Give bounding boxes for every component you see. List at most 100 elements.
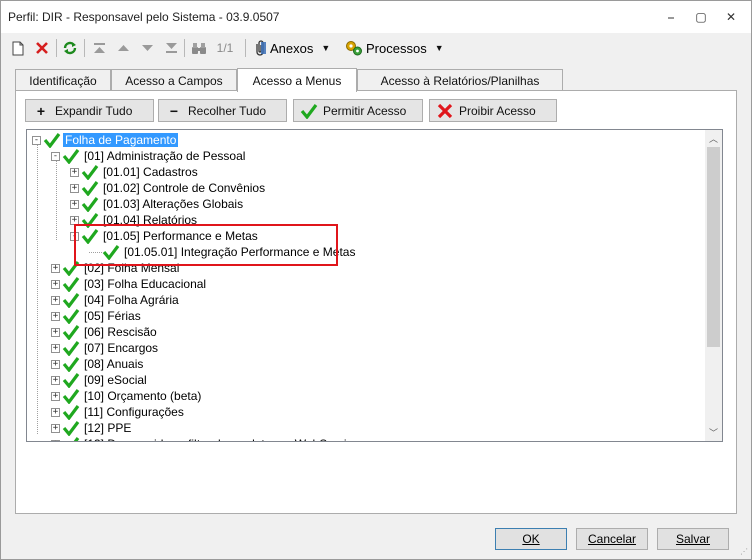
green-check-icon[interactable] <box>62 404 80 420</box>
scroll-up-icon[interactable]: ︿ <box>705 130 722 147</box>
scrollbar-thumb[interactable] <box>707 147 720 347</box>
toolbar: 1/1 Anexos ▼ Processos ▼ <box>1 33 751 63</box>
tree-item-label: [06] Rescisão <box>84 325 157 339</box>
tree-item[interactable]: + [01.03] Alterações Globais <box>70 196 245 212</box>
previous-record-icon <box>117 45 129 51</box>
tree-connector <box>56 160 57 240</box>
tree-item-label: [05] Férias <box>84 309 141 323</box>
tree-item-label: [01.03] Alterações Globais <box>103 197 244 211</box>
tab-acesso-menus[interactable]: Acesso a Menus <box>237 68 357 92</box>
tree-item[interactable]: + [08] Anuais <box>51 356 145 372</box>
expand-node-icon[interactable]: + <box>51 279 60 289</box>
cancel-button[interactable]: Cancelar <box>576 528 648 550</box>
allow-access-button[interactable]: Permitir Acesso <box>293 99 423 122</box>
gears-icon <box>346 41 362 56</box>
last-record-button[interactable] <box>162 37 180 59</box>
tree-item[interactable]: + [12] PPE <box>51 420 133 436</box>
search-button[interactable] <box>189 37 209 59</box>
tree-item-label: [09] eSocial <box>84 373 147 387</box>
tree-root-item[interactable]: - Folha de Pagamento <box>32 132 179 148</box>
green-check-icon[interactable] <box>81 180 99 196</box>
expand-node-icon[interactable]: + <box>51 295 60 305</box>
refresh-button[interactable] <box>60 37 80 59</box>
vertical-scrollbar[interactable]: ︿ ﹀ <box>705 130 722 441</box>
new-document-button[interactable] <box>9 37 27 59</box>
delete-button[interactable] <box>32 37 52 59</box>
tab-acesso-campos[interactable]: Acesso a Campos <box>111 69 237 91</box>
green-check-icon[interactable] <box>62 420 80 436</box>
green-check-icon[interactable] <box>81 164 99 180</box>
deny-access-button[interactable]: Proibir Acesso <box>429 99 557 122</box>
expand-node-icon[interactable]: + <box>51 423 60 433</box>
toolbar-separator <box>84 39 85 57</box>
green-check-icon[interactable] <box>62 340 80 356</box>
first-record-button[interactable] <box>90 37 108 59</box>
expand-node-icon[interactable]: + <box>51 327 60 337</box>
next-record-button[interactable] <box>138 37 156 59</box>
save-button[interactable]: Salvar <box>657 528 729 550</box>
tree-item[interactable]: + [03] Folha Educacional <box>51 276 208 292</box>
close-window-button[interactable]: ✕ <box>718 7 744 27</box>
toolbar-separator <box>56 39 57 57</box>
tree-item[interactable]: + [01.01] Cadastros <box>70 164 200 180</box>
expand-node-icon[interactable]: + <box>51 407 60 417</box>
tree-item[interactable]: + [09] eSocial <box>51 372 149 388</box>
resize-grip[interactable]: ⋰ <box>740 547 748 556</box>
tree-item[interactable]: + [11] Configurações <box>51 404 186 420</box>
green-check-icon[interactable] <box>62 148 80 164</box>
expand-node-icon[interactable]: + <box>51 359 60 369</box>
tree-item-label: [10] Orçamento (beta) <box>84 389 202 403</box>
tree-item[interactable]: + [04] Folha Agrária <box>51 292 181 308</box>
tree-item[interactable]: + [05] Férias <box>51 308 143 324</box>
expand-node-icon[interactable]: + <box>70 183 79 193</box>
collapse-node-icon[interactable]: - <box>51 151 60 161</box>
ok-button[interactable]: OK <box>495 528 567 550</box>
expand-node-icon[interactable]: + <box>51 391 60 401</box>
green-check-icon[interactable] <box>62 356 80 372</box>
green-check-icon[interactable] <box>62 388 80 404</box>
tree-item-label: [01.01] Cadastros <box>103 165 198 179</box>
expand-node-icon[interactable]: + <box>70 167 79 177</box>
tree-item[interactable]: + [10] Orçamento (beta) <box>51 388 203 404</box>
expand-node-icon[interactable]: + <box>51 375 60 385</box>
minimize-button[interactable]: ⎯ <box>658 7 684 27</box>
expand-all-button[interactable]: + Expandir Tudo <box>25 99 154 122</box>
expand-node-icon[interactable]: + <box>51 343 60 353</box>
restore-button[interactable]: ▢ <box>688 7 714 27</box>
next-record-icon <box>141 45 153 51</box>
expand-node-icon[interactable]: + <box>51 263 60 273</box>
green-check-icon[interactable] <box>43 132 61 148</box>
green-check-icon[interactable] <box>81 196 99 212</box>
green-check-icon[interactable] <box>62 436 80 442</box>
collapse-node-icon[interactable]: - <box>32 135 41 145</box>
green-check-icon[interactable] <box>62 308 80 324</box>
green-check-icon[interactable] <box>62 276 80 292</box>
tree-item[interactable]: - [01] Administração de Pessoal <box>51 148 247 164</box>
tab-strip: Identificação Acesso a Campos Acesso a M… <box>15 68 575 92</box>
toolbar-separator <box>184 39 185 57</box>
tree-item[interactable]: + [01.02] Controle de Convênios <box>70 180 267 196</box>
expand-node-icon[interactable]: + <box>51 439 60 441</box>
processos-menu-button[interactable]: Processos ▼ <box>345 37 445 59</box>
anexos-menu-button[interactable]: Anexos ▼ <box>253 37 339 59</box>
menu-tree[interactable]: + [13] Desconsiderar filtro de produto em… <box>26 129 723 442</box>
green-check-icon[interactable] <box>62 372 80 388</box>
tree-item[interactable]: + [13] Desconsiderar filtro de produto em… <box>51 436 361 442</box>
previous-record-button[interactable] <box>114 37 132 59</box>
tree-item[interactable]: + [07] Encargos <box>51 340 160 356</box>
green-check-icon[interactable] <box>62 292 80 308</box>
tree-item[interactable]: + [06] Rescisão <box>51 324 159 340</box>
collapse-all-button[interactable]: − Recolher Tudo <box>158 99 287 122</box>
expand-node-icon[interactable]: + <box>51 311 60 321</box>
chevron-down-icon: ▼ <box>321 43 331 53</box>
tab-identificacao[interactable]: Identificação <box>15 69 111 91</box>
minus-icon: − <box>169 102 179 119</box>
expand-node-icon[interactable]: + <box>70 199 79 209</box>
tab-acesso-relatorios[interactable]: Acesso à Relatórios/Planilhas <box>357 69 563 91</box>
expand-all-label: Expandir Tudo <box>55 103 133 118</box>
tree-item-label: [11] Configurações <box>84 405 184 419</box>
delete-icon <box>36 42 48 54</box>
green-check-icon[interactable] <box>62 324 80 340</box>
scroll-down-icon[interactable]: ﹀ <box>705 424 722 441</box>
red-x-icon <box>437 103 453 118</box>
